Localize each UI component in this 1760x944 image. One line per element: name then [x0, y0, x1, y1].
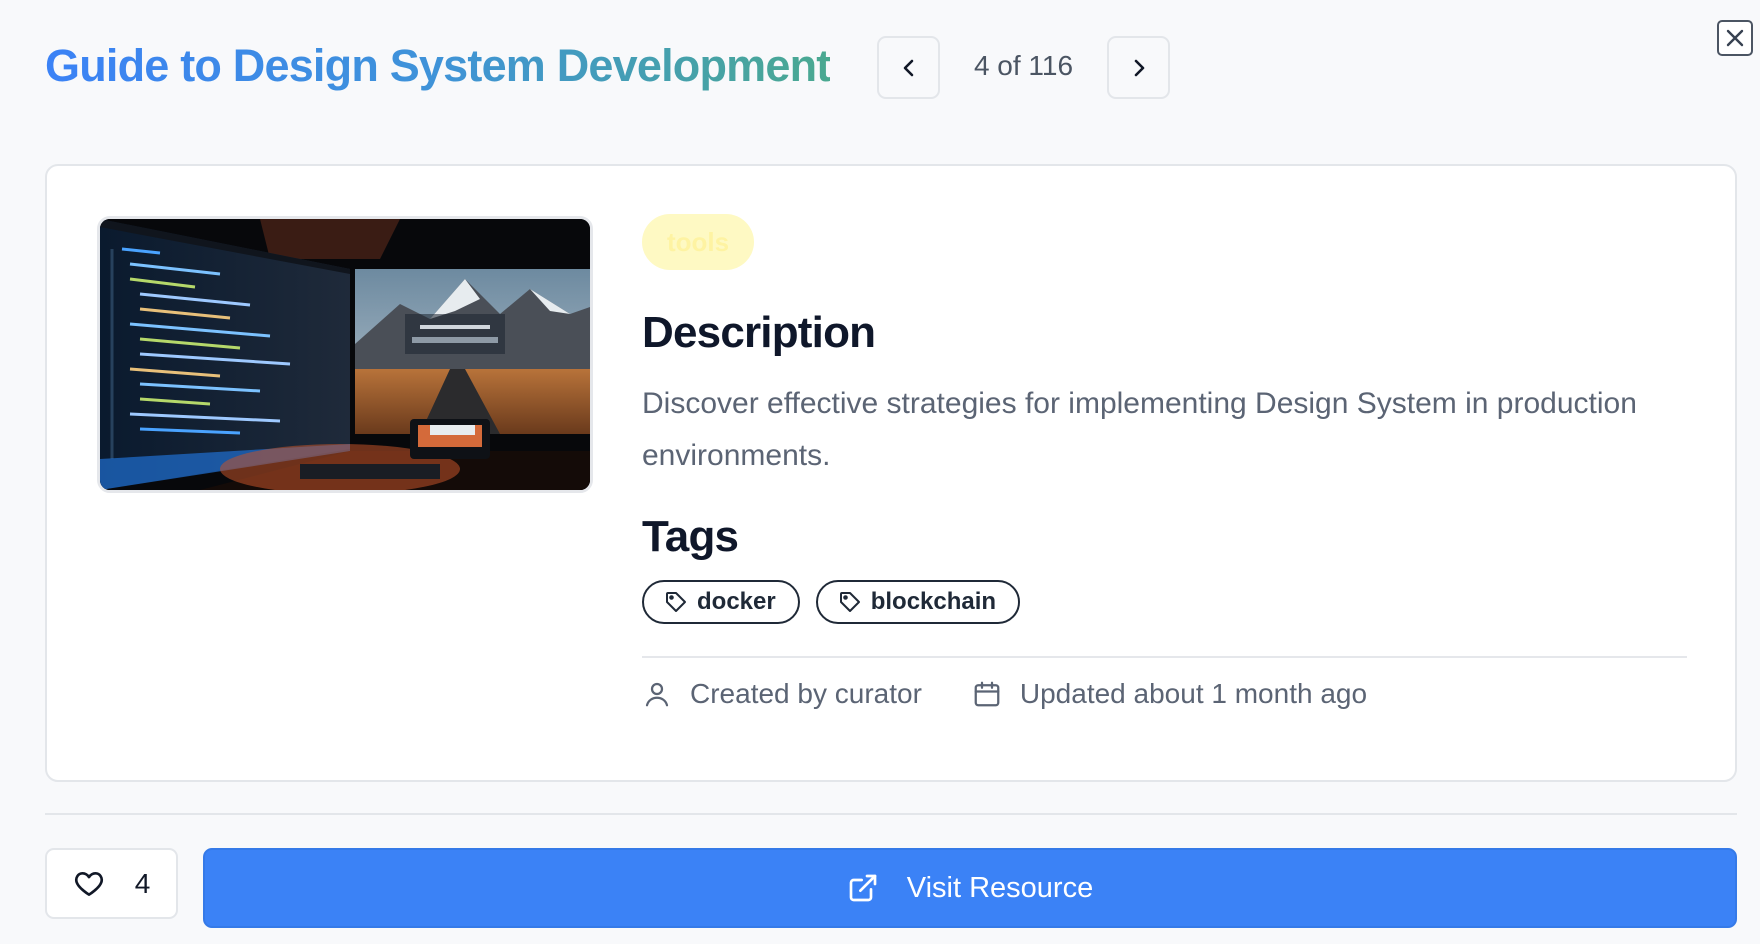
next-button[interactable] — [1107, 36, 1170, 99]
resource-meta: Created by curator Updated about 1 month… — [642, 678, 1687, 710]
footer-divider — [45, 813, 1737, 815]
chevron-right-icon — [1134, 59, 1144, 76]
tag-blockchain[interactable]: blockchain — [815, 580, 1021, 624]
category-badge[interactable]: tools — [642, 214, 755, 270]
updated-at: Updated about 1 month ago — [972, 678, 1367, 710]
like-button[interactable]: 4 — [45, 848, 178, 919]
code-editor-monitors-image — [100, 219, 590, 490]
user-icon — [645, 682, 669, 707]
close-button[interactable] — [1717, 20, 1753, 56]
close-icon — [1726, 29, 1744, 47]
created-by-text: Created by curator — [690, 678, 922, 709]
chevron-left-icon — [903, 59, 913, 76]
resource-detail-modal: Guide to Design System Development 4 of … — [0, 0, 1760, 944]
updated-at-text: Updated about 1 month ago — [1019, 678, 1368, 709]
previous-button[interactable] — [877, 36, 940, 99]
created-by: Created by curator — [642, 678, 922, 710]
heart-icon — [74, 871, 103, 896]
meta-divider — [642, 656, 1687, 658]
tag-label: docker — [697, 588, 776, 615]
resource-card: tools Description Discover effective str… — [45, 164, 1737, 782]
like-count: 4 — [134, 867, 151, 899]
visit-resource-label: Visit Resource — [906, 871, 1094, 904]
tag-icon — [839, 592, 860, 612]
description-text: Discover effective strategies for implem… — [642, 387, 1637, 472]
tag-label: blockchain — [870, 588, 997, 615]
tag-icon — [666, 592, 686, 612]
tag-docker[interactable]: docker — [642, 580, 800, 624]
external-link-icon — [849, 874, 877, 902]
description-heading: Description — [642, 308, 876, 357]
tag-list: docker blockchain — [642, 580, 1687, 624]
visit-resource-button[interactable]: Visit Resource — [203, 848, 1737, 928]
resource-thumbnail — [97, 216, 593, 493]
resource-details: tools Description Discover effective str… — [642, 214, 1687, 710]
tags-heading: Tags — [642, 512, 739, 561]
pagination-counter: 4 of 116 — [973, 50, 1074, 81]
calendar-icon — [974, 681, 1000, 707]
page-title: Guide to Design System Development — [45, 40, 831, 91]
